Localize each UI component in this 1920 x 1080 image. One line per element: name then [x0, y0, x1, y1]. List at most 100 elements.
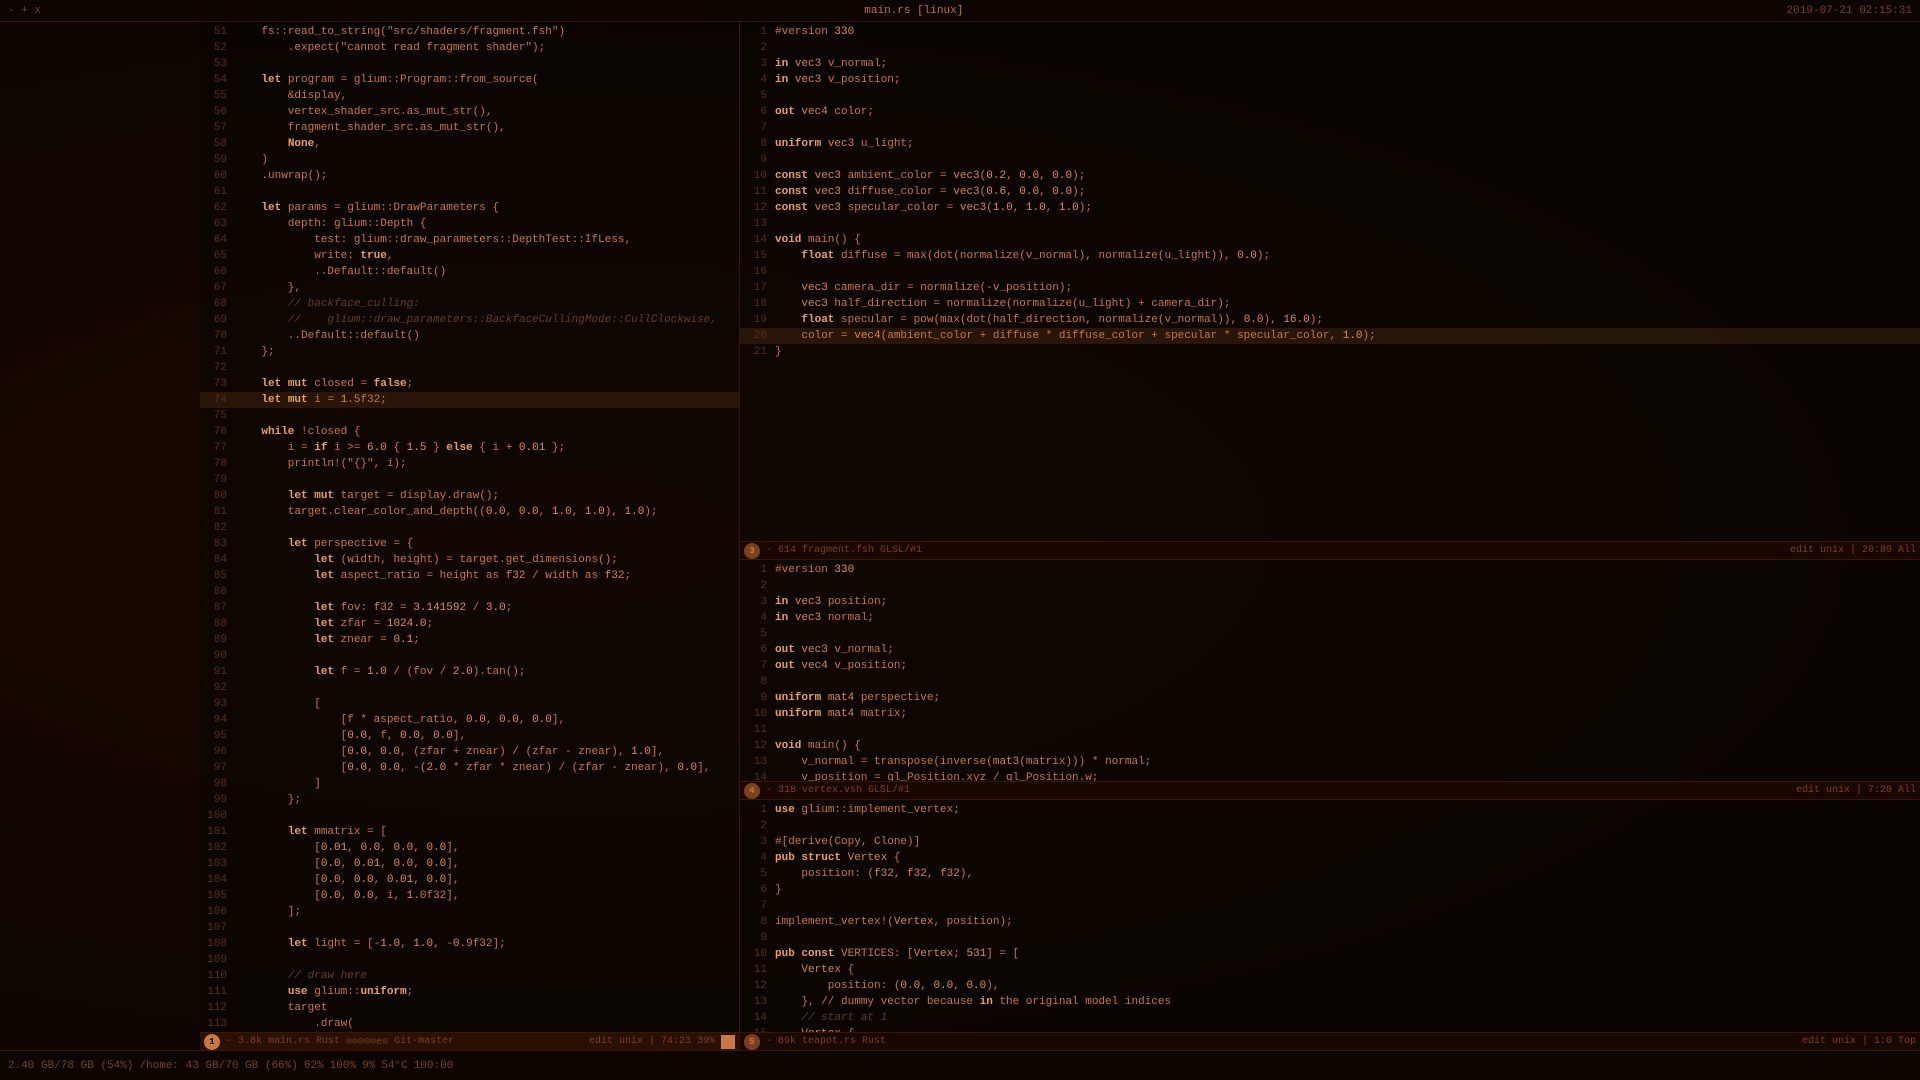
right-middle-pane[interactable]: 1 #version 330 2 3 in vec3 position; 4 i… — [740, 560, 1920, 800]
line-number-74: 74 — [200, 392, 235, 408]
line-number-65: 65 — [200, 248, 235, 264]
line-content-54: let program = glium::Program::from_sourc… — [235, 72, 739, 88]
left-git: Git-master — [394, 1036, 454, 1047]
line-content-90 — [235, 648, 739, 664]
line-number-61: 61 — [200, 184, 235, 200]
line-content-53 — [235, 56, 739, 72]
line-content-3: #[derive(Copy, Clone)] — [775, 834, 1920, 850]
code-line-64: 64 test: glium::draw_parameters::DepthTe… — [200, 232, 739, 248]
code-line-71: 71 }; — [200, 344, 739, 360]
line-content-10: uniform mat4 matrix; — [775, 706, 1920, 722]
right-bottom-pane[interactable]: 1 use glium::implement_vertex; 2 3 #[der… — [740, 800, 1920, 1050]
line-content-83: let perspective = { — [235, 536, 739, 552]
line-number-76: 76 — [200, 424, 235, 440]
line-content-88: let zfar = 1024.0; — [235, 616, 739, 632]
sysinfo-battery: 9% — [362, 1060, 375, 1072]
rm-all: All — [1898, 785, 1916, 796]
code-line-1: 1 #version 330 — [740, 562, 1920, 578]
sysinfo-pwr: 100:00 — [414, 1060, 454, 1072]
line-number-88: 88 — [200, 616, 235, 632]
line-number-5: 5 — [740, 88, 775, 104]
main-rs-code-area[interactable]: 51 fs::read_to_string("src/shaders/fragm… — [200, 22, 739, 1032]
line-number-58: 58 — [200, 136, 235, 152]
teapot-rs-code-area[interactable]: 1 use glium::implement_vertex; 2 3 #[der… — [740, 800, 1920, 1032]
line-number-62: 62 — [200, 200, 235, 216]
line-content-79 — [235, 472, 739, 488]
line-content-86 — [235, 584, 739, 600]
line-content-14: v_position = gl_Position.xyz / gl_Positi… — [775, 770, 1920, 781]
code-line-6: 6 } — [740, 882, 1920, 898]
window-controls[interactable]: - + x — [8, 5, 41, 17]
code-line-91: 91 let f = 1.0 / (fov / 2.0).tan(); — [200, 664, 739, 680]
line-number-84: 84 — [200, 552, 235, 568]
line-number-56: 56 — [200, 104, 235, 120]
code-line-20: 20 color = vec4(ambient_color + diffuse … — [740, 328, 1920, 344]
left-mode: edit — [589, 1036, 613, 1047]
rt-pos: unix | 20:89 — [1820, 545, 1892, 556]
code-line-72: 72 — [200, 360, 739, 376]
line-content-61 — [235, 184, 739, 200]
line-number-60: 60 — [200, 168, 235, 184]
line-content-94: [f * aspect_ratio, 0.0, 0.0, 0.0], — [235, 712, 739, 728]
code-line-3: 3 in vec3 position; — [740, 594, 1920, 610]
titlebar-title: main.rs [linux] — [864, 5, 963, 17]
line-content-18: vec3 half_direction = normalize(normaliz… — [775, 296, 1920, 312]
code-line-8: 8 — [740, 674, 1920, 690]
line-content-81: target.clear_color_and_depth((0.0, 0.0, … — [235, 504, 739, 520]
line-content-2 — [775, 818, 1920, 834]
line-content-103: [0.0, 0.01, 0.0, 0.0], — [235, 856, 739, 872]
line-number-75: 75 — [200, 408, 235, 424]
line-content-21: } — [775, 344, 1920, 360]
code-line-70: 70 ..Default::default() — [200, 328, 739, 344]
line-number-4: 4 — [740, 610, 775, 626]
code-line-99: 99 }; — [200, 792, 739, 808]
rb-mode: edit — [1802, 1036, 1826, 1047]
line-content-74: let mut i = 1.5f32; — [235, 392, 739, 408]
titlebar: - + x main.rs [linux] 2019-07-21 02:15:3… — [0, 0, 1920, 22]
line-content-64: test: glium::draw_parameters::DepthTest:… — [235, 232, 739, 248]
line-content-97: [0.0, 0.0, -(2.0 * zfar * znear) / (zfar… — [235, 760, 739, 776]
code-line-90: 90 — [200, 648, 739, 664]
code-line-74: 74 let mut i = 1.5f32; — [200, 392, 739, 408]
code-line-3: 3 in vec3 v_normal; — [740, 56, 1920, 72]
left-pane-main-rs[interactable]: 51 fs::read_to_string("src/shaders/fragm… — [200, 22, 740, 1050]
vertex-fsh-code-area[interactable]: 1 #version 330 2 3 in vec3 position; 4 i… — [740, 560, 1920, 781]
line-number-11: 11 — [740, 184, 775, 200]
line-number-20: 20 — [740, 328, 775, 344]
editor-container: 51 fs::read_to_string("src/shaders/fragm… — [200, 22, 1920, 1050]
line-number-16: 16 — [740, 264, 775, 280]
line-content-16 — [775, 264, 1920, 280]
line-number-8: 8 — [740, 674, 775, 690]
line-number-112: 112 — [200, 1000, 235, 1016]
line-content-3: in vec3 v_normal; — [775, 56, 1920, 72]
pane-badge-3: 3 — [744, 543, 760, 559]
code-line-7: 7 out vec4 v_position; — [740, 658, 1920, 674]
line-number-14: 14 — [740, 1010, 775, 1026]
line-content-10: const vec3 ambient_color = vec3(0.2, 0.0… — [775, 168, 1920, 184]
left-flags: ⊙⊙⊙⊙⊙e⊙ — [346, 1036, 388, 1048]
line-content-57: fragment_shader_src.as_mut_str(), — [235, 120, 739, 136]
line-content-7 — [775, 120, 1920, 136]
code-line-61: 61 — [200, 184, 739, 200]
rb-file-info: - 89k teapot.rs — [766, 1036, 856, 1047]
line-content-102: [0.01, 0.0, 0.0, 0.0], — [235, 840, 739, 856]
code-line-69: 69 // glium::draw_parameters::BackfaceCu… — [200, 312, 739, 328]
line-content-98: ] — [235, 776, 739, 792]
code-line-19: 19 float specular = pow(max(dot(half_dir… — [740, 312, 1920, 328]
line-content-8 — [775, 674, 1920, 690]
line-content-7 — [775, 898, 1920, 914]
fragment-fsh-code-area[interactable]: 1 #version 330 2 3 in vec3 v_normal; 4 i… — [740, 22, 1920, 541]
sysinfo-cpu: 62% — [304, 1060, 324, 1072]
line-content-72 — [235, 360, 739, 376]
line-content-5 — [775, 626, 1920, 642]
line-content-67: }, — [235, 280, 739, 296]
line-number-104: 104 — [200, 872, 235, 888]
code-line-1: 1 use glium::implement_vertex; — [740, 802, 1920, 818]
right-top-pane[interactable]: 1 #version 330 2 3 in vec3 v_normal; 4 i… — [740, 22, 1920, 560]
code-line-2: 2 — [740, 578, 1920, 594]
code-line-86: 86 — [200, 584, 739, 600]
line-number-110: 110 — [200, 968, 235, 984]
sidebar — [0, 22, 200, 1050]
line-number-1: 1 — [740, 24, 775, 40]
rt-lang: GLSL/#1 — [880, 545, 922, 556]
